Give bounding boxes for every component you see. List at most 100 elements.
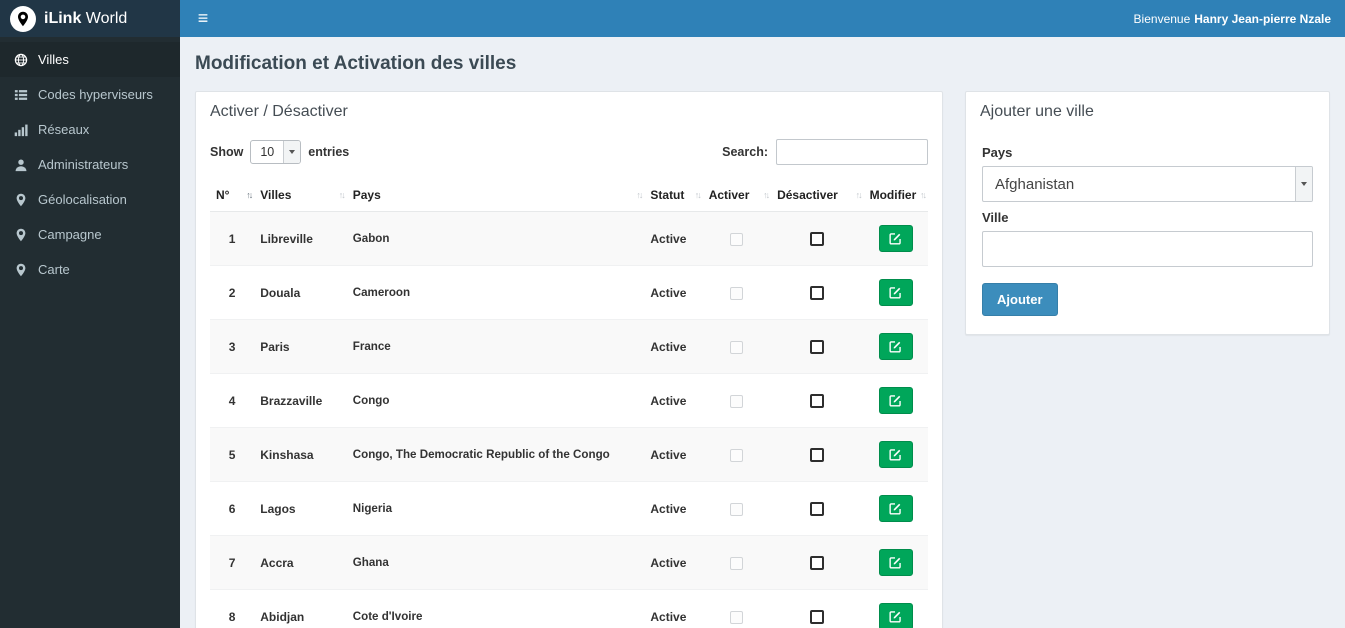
sort-icon: ↑↓ xyxy=(920,190,927,200)
row-number: 8 xyxy=(210,589,255,628)
city-row: 6 Lagos Nigeria Active xyxy=(210,481,928,536)
edit-icon xyxy=(889,232,902,245)
pays-cell: Cameroon xyxy=(346,265,645,320)
modifier-button[interactable] xyxy=(878,333,913,360)
edit-icon xyxy=(889,286,902,299)
edit-icon xyxy=(889,394,902,407)
sidebar-item[interactable]: Réseaux xyxy=(0,112,180,147)
pays-select[interactable]: Afghanistan xyxy=(982,166,1313,202)
ville-cell: Brazzaville xyxy=(254,373,347,428)
modifier-button[interactable] xyxy=(878,549,913,576)
sort-icon: ↑↓ xyxy=(246,190,253,200)
sort-icon: ↑↓ xyxy=(636,190,643,200)
hamburger-icon: ≡ xyxy=(197,8,209,28)
activer-checkbox[interactable] xyxy=(730,610,744,624)
activer-checkbox[interactable] xyxy=(730,232,744,246)
sidebar-item[interactable]: Villes xyxy=(0,42,180,77)
modifier-button[interactable] xyxy=(878,441,913,468)
page-length-control: Show 10 entries xyxy=(210,140,349,164)
sidebar-item-label: Carte xyxy=(38,262,70,277)
sidebar-item[interactable]: Campagne xyxy=(0,217,180,252)
ville-cell: Abidjan xyxy=(254,589,347,628)
logo-icon xyxy=(10,5,36,32)
panel-header: Ajouter une ville xyxy=(980,103,1094,120)
statut-cell: Active xyxy=(644,427,703,482)
statut-cell: Active xyxy=(644,481,703,536)
sort-icon: ↑↓ xyxy=(855,190,863,200)
ville-cell: Lagos xyxy=(254,481,347,536)
activer-checkbox[interactable] xyxy=(730,286,744,300)
modifier-button[interactable] xyxy=(878,279,913,306)
app-logo[interactable]: iLink World xyxy=(0,0,180,37)
desactiver-checkbox[interactable] xyxy=(810,393,825,408)
activer-checkbox[interactable] xyxy=(730,394,744,408)
desactiver-checkbox[interactable] xyxy=(810,609,825,624)
modifier-button[interactable] xyxy=(878,495,913,522)
modifier-button[interactable] xyxy=(878,225,913,252)
entries-label: entries xyxy=(308,145,350,159)
city-row: 1 Libreville Gabon Active xyxy=(210,211,928,266)
desactiver-checkbox[interactable] xyxy=(810,339,825,354)
statut-cell: Active xyxy=(644,373,703,428)
city-row: 8 Abidjan Cote d'Ivoire Active xyxy=(210,589,928,628)
column-header[interactable]: Désactiver ↑↓ xyxy=(771,179,864,212)
column-header[interactable]: Activer ↑↓ xyxy=(702,179,772,212)
activer-checkbox[interactable] xyxy=(730,448,744,462)
ajouter-button[interactable]: Ajouter xyxy=(982,283,1058,316)
column-header[interactable]: Villes ↑↓ xyxy=(254,179,347,212)
brand-text: iLink World xyxy=(44,9,128,27)
column-header[interactable]: Pays ↑↓ xyxy=(346,179,645,212)
column-header[interactable]: N° ↑↓ xyxy=(210,179,255,212)
activer-checkbox[interactable] xyxy=(730,502,744,516)
desactiver-checkbox[interactable] xyxy=(810,501,825,516)
sort-icon: ↑↓ xyxy=(694,190,702,200)
statut-cell: Active xyxy=(644,535,703,590)
sidebar-item-label: Villes xyxy=(38,52,69,67)
sidebar-item[interactable]: Carte xyxy=(0,252,180,287)
pays-cell: Gabon xyxy=(346,211,645,266)
activer-checkbox[interactable] xyxy=(730,556,744,570)
map-marker-icon xyxy=(14,263,28,277)
sidebar-item[interactable]: Géolocalisation xyxy=(0,182,180,217)
sidebar-item[interactable]: Administrateurs xyxy=(0,147,180,182)
globe-icon xyxy=(14,53,28,67)
sort-icon: ↑↓ xyxy=(338,190,346,200)
edit-icon xyxy=(889,340,902,353)
header-row: N° ↑↓ Villes ↑↓ Pays ↑↓ Statut ↑↓ Active… xyxy=(210,179,928,212)
desactiver-checkbox[interactable] xyxy=(810,285,825,300)
panel-header: Activer / Désactiver xyxy=(210,103,348,120)
sidebar-item[interactable]: Codes hyperviseurs xyxy=(0,77,180,112)
page-length-select[interactable]: 10 xyxy=(250,140,302,164)
ville-cell: Accra xyxy=(254,535,347,590)
edit-icon xyxy=(889,610,902,623)
activer-checkbox[interactable] xyxy=(730,340,744,354)
ville-cell: Paris xyxy=(254,319,347,374)
sidebar-item-label: Géolocalisation xyxy=(38,192,127,207)
sidebar-toggle-button[interactable]: ≡ xyxy=(180,0,226,37)
row-number: 3 xyxy=(210,319,255,374)
pays-cell: Nigeria xyxy=(346,481,645,536)
pays-cell: Ghana xyxy=(346,535,645,590)
city-row: 2 Douala Cameroon Active xyxy=(210,265,928,320)
ville-input[interactable] xyxy=(982,231,1313,267)
map-marker-icon xyxy=(14,193,28,207)
desactiver-checkbox[interactable] xyxy=(810,231,825,246)
ville-cell: Kinshasa xyxy=(254,427,347,482)
column-header[interactable]: Statut ↑↓ xyxy=(644,179,703,212)
search-input[interactable] xyxy=(776,139,928,165)
city-row: 5 Kinshasa Congo, The Democratic Republi… xyxy=(210,427,928,482)
chevron-down-icon xyxy=(283,141,301,163)
desactiver-checkbox[interactable] xyxy=(810,555,825,570)
modifier-button[interactable] xyxy=(878,387,913,414)
welcome-text: Bienvenue Hanry Jean-pierre Nzale xyxy=(1133,11,1331,26)
search-label: Search: xyxy=(722,145,768,159)
cities-table: N° ↑↓ Villes ↑↓ Pays ↑↓ Statut ↑↓ Active… xyxy=(210,179,928,628)
statut-cell: Active xyxy=(644,589,703,628)
signal-icon xyxy=(14,123,28,137)
statut-cell: Active xyxy=(644,265,703,320)
modifier-button[interactable] xyxy=(878,603,913,628)
column-header[interactable]: Modifier ↑↓ xyxy=(863,179,928,212)
ville-label: Ville xyxy=(982,210,1009,225)
row-number: 4 xyxy=(210,373,255,428)
desactiver-checkbox[interactable] xyxy=(810,447,825,462)
